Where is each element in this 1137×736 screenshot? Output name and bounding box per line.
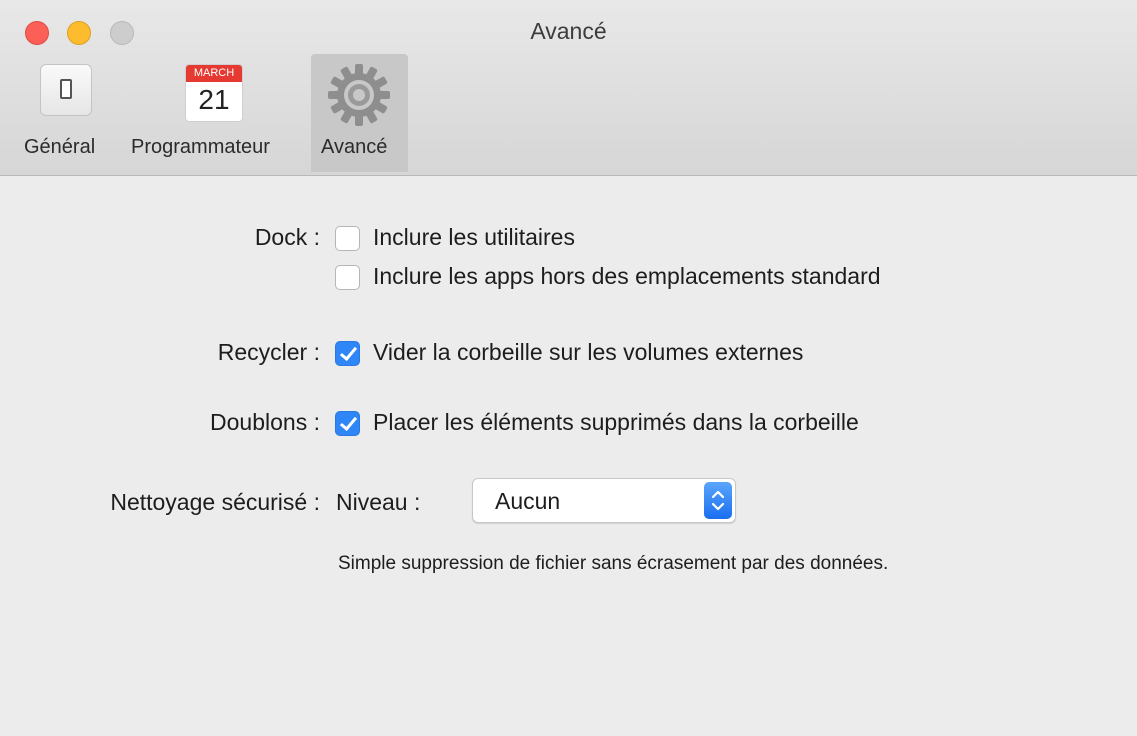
calendar-icon: MARCH 21	[185, 64, 243, 122]
move-duplicates-to-trash-label[interactable]: Placer les éléments supprimés dans la co…	[373, 409, 859, 436]
doublons-label: Doublons :	[210, 409, 320, 435]
secure-clean-description: Simple suppression de fichier sans écras…	[338, 553, 889, 574]
toolbar: Avancé Général MARCH 21 Programmateur Av…	[0, 0, 1137, 176]
level-label: Niveau :	[336, 489, 421, 515]
tab-general[interactable]: Général	[24, 54, 114, 172]
include-nonstandard-apps-label[interactable]: Inclure les apps hors des emplacements s…	[373, 263, 881, 290]
tab-programmateur-label: Programmateur	[131, 136, 270, 158]
secure-clean-label: Nettoyage sécurisé :	[110, 489, 320, 515]
tab-avance[interactable]: Avancé	[311, 54, 408, 172]
general-switch-icon	[40, 64, 92, 116]
preferences-window: Avancé Général MARCH 21 Programmateur Av…	[0, 0, 1137, 736]
move-duplicates-to-trash-checkbox[interactable]	[335, 411, 360, 436]
calendar-day: 21	[198, 84, 230, 115]
level-select[interactable]: Aucun	[472, 478, 736, 523]
include-utilities-checkbox[interactable]	[335, 226, 360, 251]
include-nonstandard-apps-checkbox[interactable]	[335, 265, 360, 290]
dock-label: Dock :	[254, 224, 320, 250]
tab-general-label: Général	[24, 136, 96, 158]
window-title: Avancé	[530, 18, 607, 44]
tab-avance-label: Avancé	[321, 136, 388, 158]
include-utilities-label[interactable]: Inclure les utilitaires	[373, 224, 575, 251]
select-arrows-icon	[704, 482, 732, 519]
calendar-month: MARCH	[186, 65, 242, 82]
level-select-value: Aucun	[495, 488, 561, 514]
recycler-label: Recycler :	[217, 339, 320, 365]
empty-trash-external-label[interactable]: Vider la corbeille sur les volumes exter…	[373, 339, 803, 366]
empty-trash-external-checkbox[interactable]	[335, 341, 360, 366]
gear-icon	[328, 64, 390, 126]
tab-programmateur[interactable]: MARCH 21 Programmateur	[125, 54, 307, 172]
